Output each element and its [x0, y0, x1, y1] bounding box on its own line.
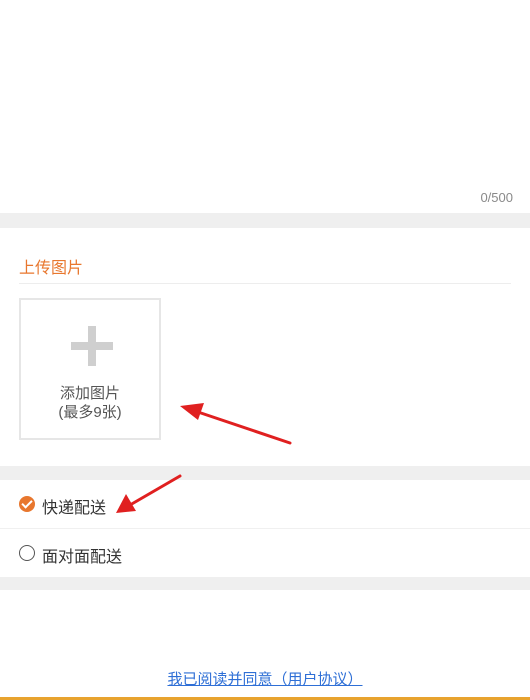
section-gap	[0, 466, 530, 480]
description-textarea[interactable]: 0/500	[0, 0, 530, 213]
upload-section-title: 上传图片	[19, 260, 84, 277]
delivery-option-express[interactable]: 快递配送	[0, 480, 530, 528]
divider	[19, 283, 511, 284]
radio-checked-icon[interactable]	[19, 496, 35, 512]
add-image-button[interactable]: 添加图片 (最多9张)	[19, 298, 161, 440]
delivery-option-label: 快递配送	[42, 500, 107, 517]
section-gap	[0, 577, 530, 590]
user-agreement-link[interactable]: 我已阅读并同意（用户协议）	[0, 668, 530, 689]
radio-unchecked-icon[interactable]	[19, 545, 35, 561]
add-image-limit: (最多9张)	[58, 404, 122, 421]
plus-icon	[71, 326, 113, 366]
delivery-option-face-to-face[interactable]: 面对面配送	[0, 529, 530, 577]
delivery-option-label: 面对面配送	[42, 549, 123, 566]
upload-section: 上传图片 添加图片 (最多9张)	[0, 228, 530, 466]
add-image-label: 添加图片	[59, 385, 120, 402]
char-counter: 0/500	[480, 190, 513, 205]
section-gap	[0, 213, 530, 228]
